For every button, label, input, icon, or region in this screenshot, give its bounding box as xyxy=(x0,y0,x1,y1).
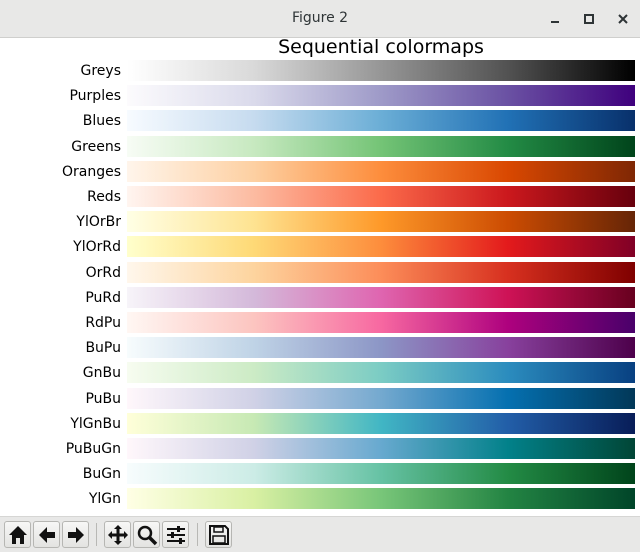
window-titlebar: Figure 2 xyxy=(0,0,640,38)
figure-title: Sequential colormaps xyxy=(278,36,484,58)
colormap-label: RdPu xyxy=(85,315,121,331)
colormap-label: YlOrRd xyxy=(73,239,121,255)
forward-button[interactable] xyxy=(62,521,89,548)
colormap-label: Reds xyxy=(87,189,121,205)
colormap-bar xyxy=(127,388,635,409)
arrow-right-icon xyxy=(68,527,84,543)
minimize-button[interactable] xyxy=(544,8,566,30)
sliders-icon xyxy=(167,526,185,544)
floppy-disk-icon xyxy=(209,525,229,545)
magnifier-icon xyxy=(137,525,158,546)
back-button[interactable] xyxy=(33,521,60,548)
close-icon xyxy=(618,14,628,24)
colormap-bar xyxy=(127,211,635,232)
colormap-bar xyxy=(127,413,635,434)
colormap-label: YlGnBu xyxy=(70,416,121,432)
figure-canvas[interactable]: Sequential colormaps Greys Purples Blues Gr… xyxy=(0,36,640,516)
colormap-bar xyxy=(127,488,635,509)
maximize-button[interactable] xyxy=(578,8,600,30)
colormap-label: BuPu xyxy=(85,340,121,356)
colormap-bar xyxy=(127,312,635,333)
home-button[interactable] xyxy=(4,521,31,548)
colormap-label: Oranges xyxy=(61,164,121,180)
colormap-label: YlGn xyxy=(88,491,121,507)
colormap-bar xyxy=(127,337,635,358)
colormap-bar xyxy=(127,161,635,182)
toolbar-separator xyxy=(197,523,198,546)
colormap-bar xyxy=(127,85,635,106)
colormap-label: Blues xyxy=(82,113,121,129)
zoom-button[interactable] xyxy=(133,521,160,548)
pan-button[interactable] xyxy=(104,521,131,548)
arrow-left-icon xyxy=(39,527,55,543)
toolbar-separator xyxy=(96,523,97,546)
colormap-bar xyxy=(127,186,635,207)
maximize-icon xyxy=(584,14,594,24)
colormap-label: PuBu xyxy=(85,391,121,407)
configure-subplots-button[interactable] xyxy=(162,521,189,548)
colormap-bar xyxy=(127,60,635,81)
colormap-label: PuBuGn xyxy=(65,441,121,457)
colormap-bar xyxy=(127,287,635,308)
colormap-bar xyxy=(127,262,635,283)
colormap-label: GnBu xyxy=(82,365,121,381)
move-icon xyxy=(108,525,128,545)
colormap-label: PuRd xyxy=(85,290,121,306)
minimize-icon xyxy=(551,21,559,23)
colormap-label: YlOrBr xyxy=(76,214,121,230)
home-icon xyxy=(9,526,27,544)
save-button[interactable] xyxy=(205,521,232,548)
colormap-bar xyxy=(127,110,635,131)
navigation-toolbar xyxy=(0,516,640,552)
colormap-label: Greys xyxy=(80,63,122,79)
colormap-bar xyxy=(127,136,635,157)
colormap-bar xyxy=(127,362,635,383)
colormap-label: Purples xyxy=(69,88,121,104)
colormap-bar xyxy=(127,236,635,257)
colormap-bar xyxy=(127,463,635,484)
colormap-bar xyxy=(127,438,635,459)
colormap-label: OrRd xyxy=(85,265,121,281)
close-button[interactable] xyxy=(612,8,634,30)
colormap-label: Greens xyxy=(71,139,121,155)
colormap-label: BuGn xyxy=(82,466,121,482)
